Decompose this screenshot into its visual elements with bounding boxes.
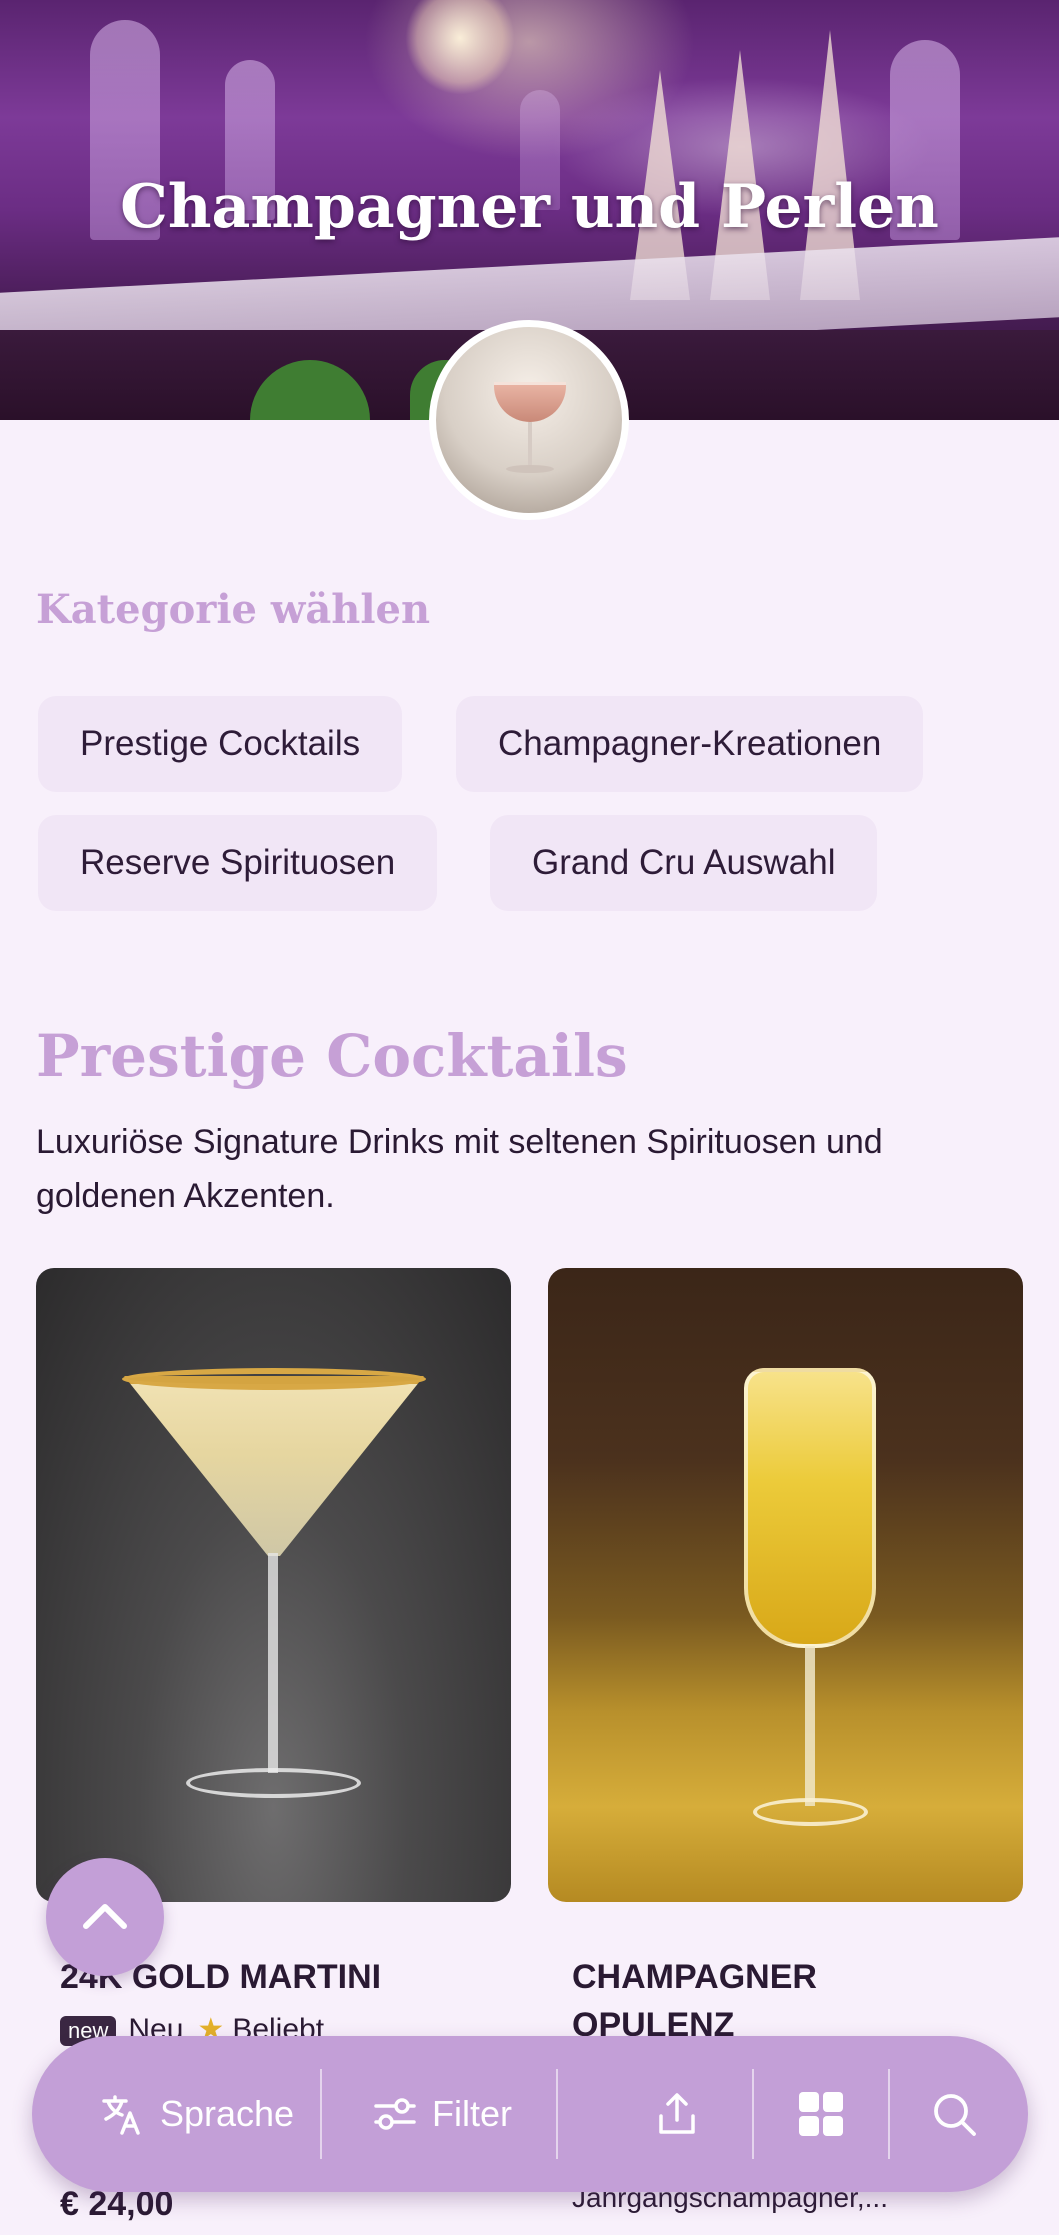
- translate-icon: [102, 2095, 140, 2135]
- grid-view-button[interactable]: [756, 2036, 886, 2192]
- chevron-up-icon: [83, 1904, 127, 1929]
- search-button[interactable]: [894, 2036, 1014, 2192]
- category-chip-prestige-cocktails[interactable]: Prestige Cocktails: [38, 696, 403, 792]
- category-chip-reserve-spirituosen[interactable]: Reserve Spirituosen: [38, 815, 438, 911]
- grid-icon: [799, 2092, 843, 2136]
- toolbar-divider: [888, 2069, 890, 2159]
- venue-logo-avatar: [429, 320, 629, 520]
- category-heading: Kategorie wählen: [36, 586, 431, 633]
- filter-button[interactable]: Filter: [332, 2036, 552, 2192]
- section-description: Luxuriöse Signature Drinks mit seltenen …: [36, 1123, 883, 1215]
- filter-label: Filter: [432, 2093, 512, 2134]
- filter-icon: [374, 2098, 416, 2130]
- category-chip-champagner-kreationen[interactable]: Champagner-Kreationen: [456, 696, 924, 792]
- hero-chandelier: [405, 0, 515, 95]
- scroll-to-top-button[interactable]: [46, 1858, 164, 1976]
- product-image-gold-martini[interactable]: [36, 1268, 511, 1902]
- category-chip-grand-cru-auswahl[interactable]: Grand Cru Auswahl: [490, 815, 878, 911]
- share-icon: [659, 2093, 695, 2134]
- section-title: Prestige Cocktails: [36, 1022, 628, 1090]
- language-button[interactable]: Sprache: [72, 2036, 322, 2192]
- toolbar-divider: [752, 2069, 754, 2159]
- product-image-champagner-opulenz[interactable]: [548, 1268, 1023, 1902]
- share-button[interactable]: [592, 2036, 762, 2192]
- toolbar-divider: [320, 2069, 322, 2159]
- venue-title: Champagner und Perlen: [120, 172, 939, 242]
- language-label: Sprache: [159, 2093, 295, 2134]
- search-icon: [934, 2094, 976, 2136]
- bottom-toolbar: Sprache Filter: [32, 2036, 1028, 2192]
- toolbar-divider: [556, 2069, 558, 2159]
- product-name[interactable]: CHAMPAGNER OPULENZ: [572, 1953, 972, 2049]
